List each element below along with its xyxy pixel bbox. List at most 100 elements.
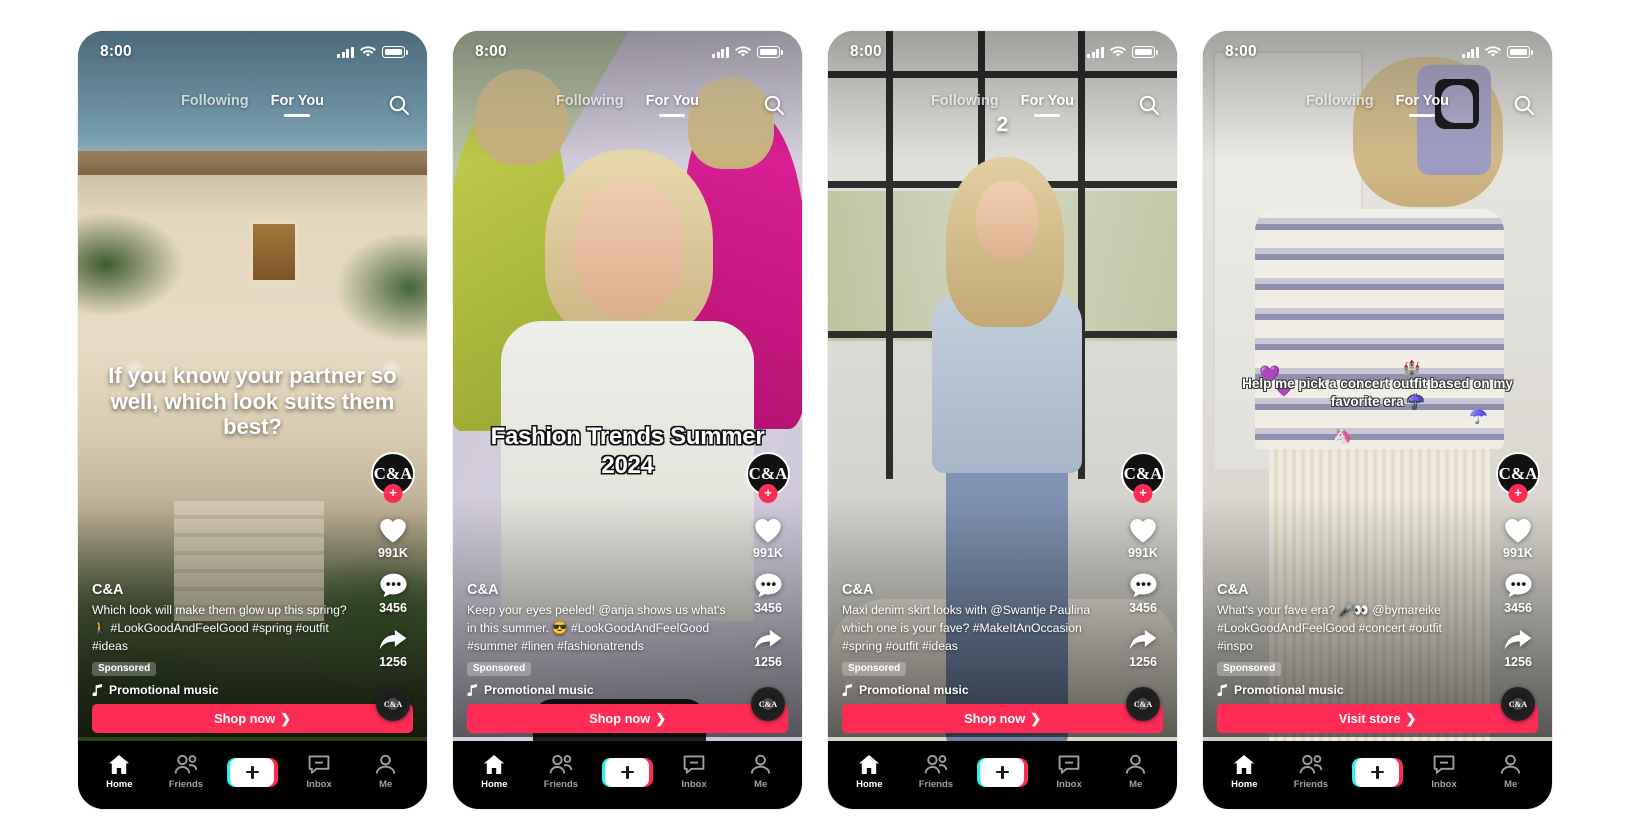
nav-create[interactable] — [1344, 757, 1411, 787]
tab-for-you[interactable]: For You — [646, 93, 699, 117]
cta-button[interactable]: Shop now ❯ — [92, 704, 413, 733]
nav-inbox-label: Inbox — [1056, 779, 1082, 790]
music-row[interactable]: Promotional music — [467, 683, 726, 697]
nav-home[interactable]: Home — [1211, 754, 1278, 790]
nav-inbox-label: Inbox — [306, 779, 332, 790]
phone-2: 8:00 Following For You Fashion Trends Su… — [453, 31, 802, 809]
like-button[interactable]: 991K — [378, 516, 408, 560]
tab-following[interactable]: Following — [556, 93, 624, 117]
music-row[interactable]: Promotional music — [1217, 683, 1476, 697]
share-button[interactable]: 1256 — [378, 627, 408, 669]
nav-me[interactable]: Me — [727, 754, 794, 790]
nav-me[interactable]: Me — [1477, 754, 1544, 790]
tab-following[interactable]: Following — [931, 93, 999, 117]
tab-for-you[interactable]: For You — [1396, 93, 1449, 117]
nav-me[interactable]: Me — [1102, 754, 1169, 790]
sponsored-badge: Sponsored — [842, 661, 907, 676]
tab-for-you[interactable]: For You — [271, 93, 324, 117]
nav-friends[interactable]: Friends — [528, 754, 595, 790]
cellular-bars-icon — [1087, 46, 1104, 58]
cta-label: Shop now — [589, 711, 651, 726]
nav-inbox[interactable]: Inbox — [286, 754, 353, 790]
like-button[interactable]: 991K — [1503, 516, 1533, 560]
brand-name[interactable]: C&A — [92, 582, 351, 598]
avatar[interactable]: C&A + — [746, 452, 790, 503]
bottom-tab-bar: Home Friends Inbox Me — [78, 741, 427, 809]
cta-chevron-icon: ❯ — [280, 710, 291, 726]
post-caption: Maxi denim skirt looks with @Swantje Pau… — [842, 603, 1091, 653]
search-icon[interactable] — [1512, 93, 1536, 117]
sponsored-badge: Sponsored — [467, 661, 532, 676]
cta-button[interactable]: Shop now ❯ — [842, 704, 1163, 733]
comment-count: 3456 — [379, 601, 407, 615]
nav-create[interactable] — [969, 757, 1036, 787]
tab-for-you[interactable]: For You — [1021, 93, 1074, 117]
tab-following[interactable]: Following — [181, 93, 249, 117]
share-button[interactable]: 1256 — [1128, 627, 1158, 669]
avatar[interactable]: C&A + — [371, 452, 415, 503]
heart-icon — [380, 518, 406, 543]
search-icon[interactable] — [1137, 93, 1161, 117]
music-disc-icon[interactable]: C&A — [751, 687, 785, 721]
avatar[interactable]: C&A + — [1121, 452, 1165, 503]
music-disc-icon[interactable]: C&A — [1126, 687, 1160, 721]
nav-inbox[interactable]: Inbox — [1411, 754, 1478, 790]
nav-friends[interactable]: Friends — [903, 754, 970, 790]
brand-name[interactable]: C&A — [467, 582, 726, 598]
cta-label: Visit store — [1338, 711, 1401, 726]
search-icon[interactable] — [387, 93, 411, 117]
nav-create[interactable] — [219, 757, 286, 787]
status-bar: 8:00 — [1203, 31, 1552, 73]
like-button[interactable]: 991K — [753, 516, 783, 560]
create-plus-icon[interactable] — [1351, 757, 1403, 787]
comment-button[interactable]: 3456 — [1504, 572, 1533, 615]
status-clock: 8:00 — [475, 43, 507, 60]
nav-create[interactable] — [594, 757, 661, 787]
cta-button[interactable]: Visit store ❯ — [1217, 704, 1538, 733]
avatar[interactable]: C&A + — [1496, 452, 1540, 503]
friends-icon — [549, 754, 573, 774]
create-plus-icon[interactable] — [226, 757, 278, 787]
nav-me[interactable]: Me — [352, 754, 419, 790]
music-row[interactable]: Promotional music — [92, 683, 351, 697]
share-arrow-icon — [754, 629, 782, 650]
nav-friends[interactable]: Friends — [153, 754, 220, 790]
avatar-initials: C&A — [1498, 464, 1538, 483]
wifi-icon — [1110, 46, 1126, 57]
post-meta: C&A Keep your eyes peeled! @anja shows u… — [467, 582, 726, 697]
nav-friends[interactable]: Friends — [1278, 754, 1345, 790]
cta-button[interactable]: Shop now ❯ — [467, 704, 788, 733]
inbox-icon — [1433, 755, 1455, 774]
music-disc-icon[interactable]: C&A — [1501, 687, 1535, 721]
brand-name[interactable]: C&A — [842, 582, 1101, 598]
search-icon[interactable] — [762, 93, 786, 117]
phone-1: 8:00 Following For You If you know your … — [78, 31, 427, 809]
follow-button[interactable]: + — [1508, 484, 1528, 503]
follow-button[interactable]: + — [1133, 484, 1153, 503]
profile-icon — [1126, 754, 1146, 774]
comment-button[interactable]: 3456 — [1129, 572, 1158, 615]
tab-following[interactable]: Following — [1306, 93, 1374, 117]
like-count: 991K — [378, 546, 408, 560]
nav-home[interactable]: Home — [836, 754, 903, 790]
follow-button[interactable]: + — [758, 484, 778, 503]
nav-inbox[interactable]: Inbox — [661, 754, 728, 790]
comment-button[interactable]: 3456 — [379, 572, 408, 615]
share-button[interactable]: 1256 — [753, 627, 783, 669]
nav-home[interactable]: Home — [86, 754, 153, 790]
share-arrow-icon — [1129, 629, 1157, 650]
follow-button[interactable]: + — [383, 484, 403, 503]
nav-home[interactable]: Home — [461, 754, 528, 790]
comment-button[interactable]: 3456 — [754, 572, 783, 615]
nav-inbox[interactable]: Inbox — [1036, 754, 1103, 790]
share-button[interactable]: 1256 — [1503, 627, 1533, 669]
status-icons — [1087, 46, 1158, 58]
create-plus-icon[interactable] — [601, 757, 653, 787]
music-disc-icon[interactable]: C&A — [376, 687, 410, 721]
share-count: 1256 — [1504, 655, 1532, 669]
music-note-icon — [467, 684, 477, 696]
music-row[interactable]: Promotional music — [842, 683, 1101, 697]
like-button[interactable]: 991K — [1128, 516, 1158, 560]
create-plus-icon[interactable] — [976, 757, 1028, 787]
brand-name[interactable]: C&A — [1217, 582, 1476, 598]
